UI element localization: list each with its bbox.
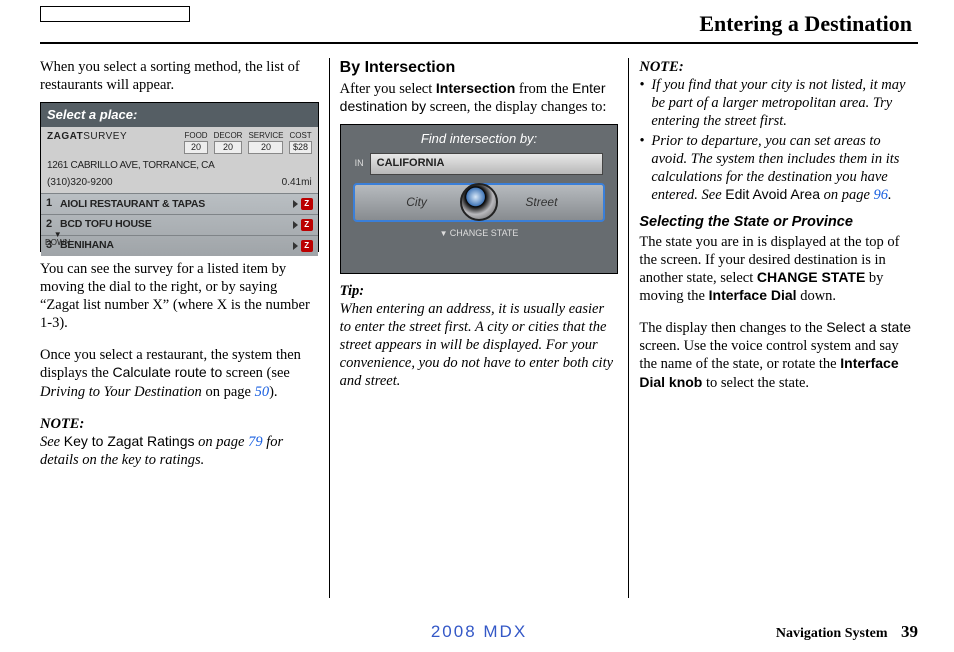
columns: When you select a sorting method, the li…	[40, 58, 918, 598]
col3-note-label: NOTE:	[639, 58, 918, 76]
screenshot-select-place: Select a place: ZAGATSURVEY FOOD20 DECOR…	[40, 102, 319, 252]
play-icon	[293, 242, 298, 250]
heading-by-intersection: By Intersection	[340, 58, 619, 78]
col1-p2: You can see the survey for a listed item…	[40, 260, 319, 333]
zagat-icon: Z	[301, 240, 313, 252]
interface-dial-icon	[460, 183, 498, 221]
ss1-address: 1261 CABRILLO AVE, TORRANCE, CA	[41, 158, 318, 175]
ss2-state-row: IN CALIFORNIA	[355, 153, 604, 175]
screenshot-find-intersection: Find intersection by: IN CALIFORNIA City…	[340, 124, 619, 274]
col1-p1: When you select a sorting method, the li…	[40, 58, 319, 94]
down-arrow-icon: ▼DOWN	[45, 231, 70, 247]
page-number: 39	[901, 622, 918, 641]
col2-p1: After you select Intersection from the E…	[340, 80, 619, 116]
page: Entering a Destination When you select a…	[0, 0, 954, 652]
page-link-96[interactable]: 96	[874, 187, 889, 203]
page-link-79[interactable]: 79	[248, 434, 263, 450]
zagat-icon: Z	[301, 219, 313, 231]
ss1-zagat-row: ZAGATSURVEY FOOD20 DECOR20 SERVICE20 COS…	[41, 127, 318, 158]
header-rule	[40, 42, 918, 44]
page-link-50[interactable]: 50	[255, 384, 270, 400]
ss1-title: Select a place:	[41, 103, 318, 127]
ss2-title: Find intersection by:	[341, 125, 618, 153]
footer: 2008 MDX Navigation System 39	[40, 621, 918, 643]
col3-p1: The state you are in is displayed at the…	[639, 233, 918, 306]
col2-tip: Tip: When entering an address, it is usu…	[340, 282, 619, 391]
heading-selecting-state: Selecting the State or Province	[639, 213, 918, 231]
col1-p3: Once you select a restaurant, the system…	[40, 346, 319, 400]
state-field: CALIFORNIA	[370, 153, 604, 175]
column-1: When you select a sorting method, the li…	[40, 58, 330, 598]
play-icon	[293, 200, 298, 208]
zagat-icon: Z	[301, 198, 313, 210]
ss2-button-container: City Street	[341, 183, 618, 222]
ss1-phone-row: (310)320-9200 0.41mi	[41, 175, 318, 194]
col3-note-list: If you find that your city is not listed…	[639, 76, 918, 205]
note-bullet-2: Prior to departure, you can set areas to…	[639, 132, 918, 205]
play-icon	[293, 221, 298, 229]
ss1-ratings: FOOD20 DECOR20 SERVICE20 COST$28	[184, 131, 311, 154]
col1-note: NOTE: See Key to Zagat Ratings on page 7…	[40, 415, 319, 469]
col3-p2: The display then changes to the Select a…	[639, 319, 918, 392]
top-annotation-box	[40, 6, 190, 22]
note-bullet-1: If you find that your city is not listed…	[639, 76, 918, 130]
footer-right: Navigation System 39	[776, 621, 918, 643]
column-3: NOTE: If you find that your city is not …	[629, 58, 918, 598]
ss1-list: 1AIOLI RESTAURANT & TAPASZ 2BCD TOFU HOU…	[41, 193, 318, 255]
footer-model: 2008 MDX	[431, 621, 527, 642]
column-2: By Intersection After you select Interse…	[330, 58, 630, 598]
change-state-label: CHANGE STATE	[341, 228, 618, 239]
ss1-zagat-label: ZAGATSURVEY	[47, 131, 127, 154]
